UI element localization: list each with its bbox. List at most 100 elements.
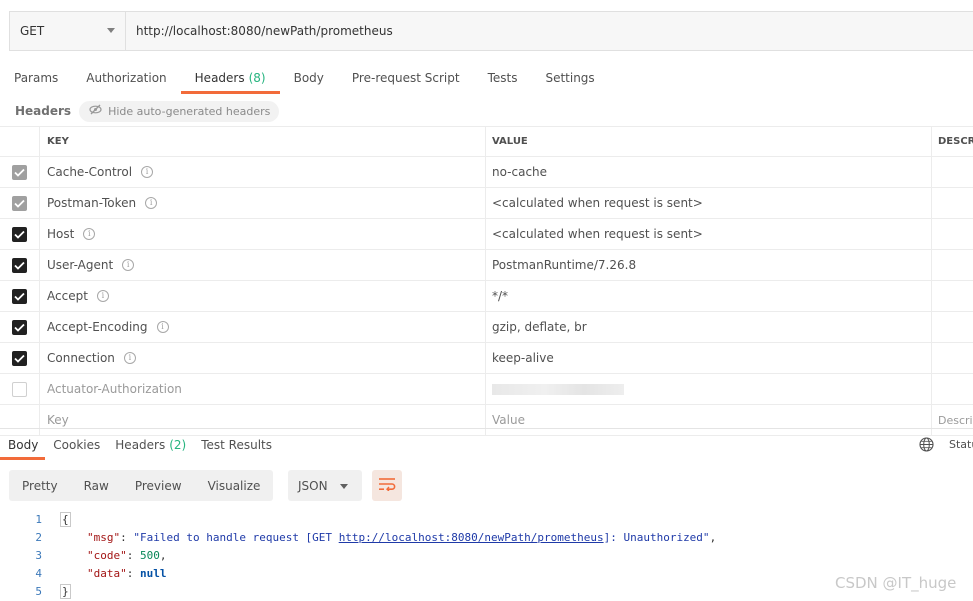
row-description[interactable] xyxy=(932,219,973,249)
row-value[interactable]: PostmanRuntime/7.26.8 xyxy=(486,250,932,280)
globe-icon[interactable] xyxy=(919,437,934,455)
view-preview-button[interactable]: Preview xyxy=(122,470,195,501)
chevron-down-icon xyxy=(107,28,115,33)
row-key: Accept xyxy=(47,289,88,303)
tab-response-headers[interactable]: Headers (2) xyxy=(107,429,193,460)
tab-body[interactable]: Body xyxy=(280,62,338,94)
row-checkbox[interactable] xyxy=(12,288,27,304)
row-description[interactable] xyxy=(932,188,973,218)
table-row: Postman-Token i <calculated when request … xyxy=(0,188,973,219)
row-value[interactable]: <calculated when request is sent> xyxy=(486,188,932,218)
info-icon[interactable]: i xyxy=(83,228,96,240)
table-row: Connection i keep-alive xyxy=(0,343,973,374)
method-label: GET xyxy=(20,24,45,38)
headers-count: (8) xyxy=(248,71,266,85)
tab-authorization[interactable]: Authorization xyxy=(72,62,180,94)
code-line: 1 { xyxy=(0,510,973,528)
json-value-data: null xyxy=(140,566,167,580)
tab-response-body[interactable]: Body xyxy=(0,429,46,460)
json-key-msg: "msg" xyxy=(87,530,121,544)
response-body-code: 1 { 2 "msg": "Failed to handle request [… xyxy=(0,510,973,600)
line-number: 3 xyxy=(35,548,42,562)
column-value: VALUE xyxy=(486,127,932,156)
row-checkbox[interactable] xyxy=(12,319,27,335)
url-input[interactable]: http://localhost:8080/newPath/prometheus xyxy=(126,12,973,50)
hide-auto-generated-button[interactable]: Hide auto-generated headers xyxy=(79,100,280,122)
tab-response-test-results[interactable]: Test Results xyxy=(193,429,279,460)
column-key: KEY xyxy=(40,127,486,156)
line-number: 1 xyxy=(35,512,42,526)
table-row: User-Agent i PostmanRuntime/7.26.8 xyxy=(0,250,973,281)
row-description[interactable] xyxy=(932,312,973,342)
watermark: CSDN @IT_huge xyxy=(835,574,957,592)
row-description[interactable] xyxy=(932,250,973,280)
row-description[interactable] xyxy=(932,343,973,373)
code-line: 2 "msg": "Failed to handle request [GET … xyxy=(0,528,973,546)
info-icon[interactable]: i xyxy=(122,259,135,271)
row-checkbox[interactable] xyxy=(12,257,27,273)
headers-section-label: Headers xyxy=(15,104,72,118)
tab-tests[interactable]: Tests xyxy=(474,62,532,94)
table-header-row: KEY VALUE DESCRI xyxy=(0,126,973,157)
row-description[interactable] xyxy=(932,374,973,404)
row-value[interactable]: <calculated when request is sent> xyxy=(486,219,932,249)
tab-pre-request-script[interactable]: Pre-request Script xyxy=(338,62,474,94)
column-description: DESCRI xyxy=(938,136,973,147)
wrap-lines-icon xyxy=(378,477,396,494)
tab-headers[interactable]: Headers (8) xyxy=(180,62,280,94)
eye-off-icon xyxy=(89,104,102,118)
close-brace: } xyxy=(60,583,71,599)
row-checkbox[interactable] xyxy=(12,164,27,180)
info-icon[interactable]: i xyxy=(145,197,158,209)
redacted-value xyxy=(492,383,624,395)
view-raw-button[interactable]: Raw xyxy=(71,470,122,501)
response-headers-count: (2) xyxy=(169,437,187,452)
row-checkbox[interactable] xyxy=(12,350,27,366)
info-icon[interactable]: i xyxy=(96,290,109,302)
json-value-msg-link[interactable]: http://localhost:8080/newPath/prometheus xyxy=(339,531,604,544)
headers-subheader: Headers Hide auto-generated headers xyxy=(15,100,280,122)
response-tabs: Body Cookies Headers (2) Test Results Sta… xyxy=(0,428,973,460)
row-key: Connection xyxy=(47,351,115,365)
json-key-code: "code" xyxy=(87,548,127,562)
tab-settings[interactable]: Settings xyxy=(531,62,608,94)
info-icon[interactable]: i xyxy=(156,321,169,333)
request-tabs: Params Authorization Headers (8) Body Pre… xyxy=(0,62,609,94)
wrap-lines-button[interactable] xyxy=(372,470,402,501)
row-key: Postman-Token xyxy=(47,196,137,210)
row-description[interactable] xyxy=(932,281,973,311)
line-number: 2 xyxy=(35,530,42,544)
row-checkbox[interactable] xyxy=(12,195,27,211)
tab-response-cookies[interactable]: Cookies xyxy=(45,429,107,460)
row-key: Host xyxy=(47,227,75,241)
row-value[interactable]: keep-alive xyxy=(486,343,932,373)
row-description[interactable] xyxy=(932,157,973,187)
info-icon[interactable]: i xyxy=(123,352,136,364)
tab-params[interactable]: Params xyxy=(0,62,72,94)
row-value[interactable]: */* xyxy=(486,281,932,311)
method-select[interactable]: GET xyxy=(10,12,126,50)
json-value-code: 500 xyxy=(140,548,160,562)
row-checkbox[interactable] xyxy=(12,226,27,242)
header-check-cell xyxy=(0,127,40,156)
row-key: User-Agent xyxy=(47,258,114,272)
row-checkbox[interactable] xyxy=(12,381,27,397)
code-line: 3 "code": 500, xyxy=(0,546,973,564)
row-key[interactable]: Actuator-Authorization xyxy=(40,374,486,404)
view-mode-group: Pretty Raw Preview Visualize xyxy=(9,470,274,501)
view-visualize-button[interactable]: Visualize xyxy=(195,470,274,501)
view-pretty-button[interactable]: Pretty xyxy=(9,470,71,501)
code-line: 4 "data": null xyxy=(0,564,973,582)
table-row: Actuator-Authorization xyxy=(0,374,973,405)
headers-table: KEY VALUE DESCRI Cache-Control i no-cache… xyxy=(0,126,973,436)
row-value[interactable]: gzip, deflate, br xyxy=(486,312,932,342)
row-key: Accept-Encoding xyxy=(47,320,148,334)
line-number: 5 xyxy=(35,584,42,598)
row-value[interactable]: no-cache xyxy=(486,157,932,187)
json-value-msg-suffix: ]: Unauthorized" xyxy=(603,530,710,544)
info-icon[interactable]: i xyxy=(141,166,154,178)
table-row: Accept i */* xyxy=(0,281,973,312)
format-label: JSON xyxy=(298,478,328,493)
table-row: Accept-Encoding i gzip, deflate, br xyxy=(0,312,973,343)
format-select[interactable]: JSON xyxy=(288,470,362,501)
